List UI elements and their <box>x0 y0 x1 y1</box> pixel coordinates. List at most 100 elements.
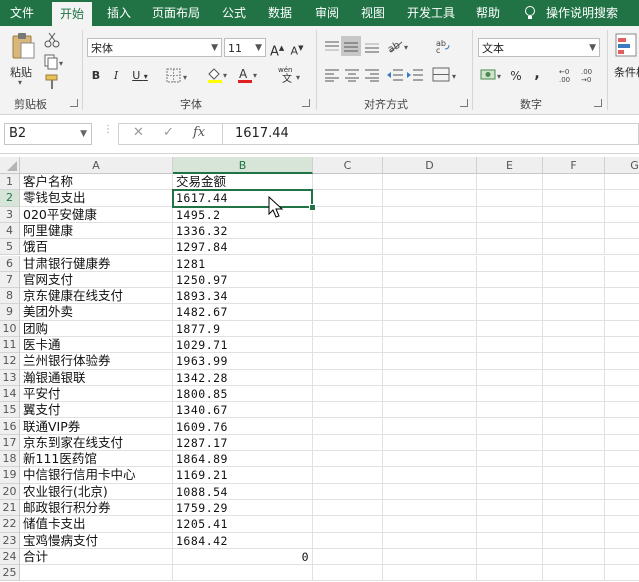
cell-transaction-amount[interactable]: 0 <box>173 548 313 566</box>
cell-empty[interactable] <box>383 532 477 549</box>
increase-font-icon[interactable]: A▲ <box>270 38 284 59</box>
row-header[interactable]: 13 <box>0 369 20 386</box>
cell-customer-name[interactable]: 储值卡支出 <box>20 516 173 533</box>
conditional-formatting-label[interactable]: 条件格 <box>614 64 639 80</box>
merge-center-icon[interactable]: ▾ <box>432 67 460 83</box>
cell-empty[interactable] <box>383 483 477 500</box>
row-header[interactable]: 25 <box>0 565 20 582</box>
row-header[interactable]: 4 <box>0 222 20 240</box>
cell-empty[interactable] <box>605 190 639 207</box>
cell-empty[interactable] <box>605 174 639 191</box>
row-header[interactable]: 3 <box>0 206 20 223</box>
cell-empty[interactable] <box>543 320 605 337</box>
cell-empty[interactable] <box>313 222 383 240</box>
cell-empty[interactable] <box>383 190 477 207</box>
cell-empty[interactable] <box>605 516 639 533</box>
cell-customer-name[interactable]: 中信银行信用卡中心 <box>20 467 173 484</box>
decrease-indent-icon[interactable] <box>386 68 404 82</box>
bold-icon[interactable]: B <box>89 66 103 86</box>
row-header[interactable]: 14 <box>0 385 20 403</box>
cell-empty[interactable] <box>313 385 383 403</box>
cell-transaction-amount[interactable]: 1495.2 <box>173 206 313 223</box>
tab-file[interactable]: 文件 <box>0 0 44 26</box>
cell-empty[interactable] <box>543 206 605 223</box>
cell-empty[interactable] <box>543 532 605 549</box>
decrease-font-icon[interactable]: A▼ <box>290 38 304 58</box>
cell-empty[interactable] <box>605 549 639 566</box>
row-header[interactable]: 6 <box>0 255 20 272</box>
clipboard-launcher[interactable] <box>70 99 78 107</box>
cell-empty[interactable] <box>383 565 477 582</box>
cell-empty[interactable] <box>543 288 605 305</box>
cell-customer-name[interactable]: 京东健康在线支付 <box>20 288 173 305</box>
cell-empty[interactable] <box>543 467 605 484</box>
cell-empty[interactable] <box>477 174 543 191</box>
cell-empty[interactable] <box>313 239 383 256</box>
cancel-icon[interactable]: ✕ <box>133 125 144 140</box>
cell-empty[interactable] <box>543 451 605 468</box>
align-center-icon[interactable] <box>344 68 360 82</box>
cell-empty[interactable] <box>605 484 639 500</box>
cell-customer-name[interactable]: 联通VIP券 <box>20 418 173 435</box>
tab-item[interactable]: 数据 <box>260 0 300 26</box>
decrease-decimal-icon[interactable]: .00→0 <box>580 66 600 84</box>
select-all-corner[interactable] <box>0 157 20 174</box>
cell-empty[interactable] <box>313 271 383 289</box>
cell-empty[interactable] <box>383 369 477 386</box>
cell-empty[interactable] <box>477 483 543 500</box>
cell-empty[interactable] <box>383 434 477 452</box>
cell-customer-name[interactable]: 兰州银行体验券 <box>20 353 173 370</box>
cell-empty[interactable] <box>477 206 543 223</box>
cell-empty[interactable] <box>383 288 477 305</box>
cell-empty[interactable] <box>543 337 605 354</box>
cell-transaction-amount[interactable]: 1684.42 <box>173 532 313 549</box>
cell-empty[interactable] <box>477 320 543 337</box>
cell-empty[interactable] <box>383 222 477 240</box>
cell-empty[interactable] <box>313 206 383 223</box>
italic-icon[interactable]: I <box>109 66 123 86</box>
cell-empty[interactable] <box>313 369 383 386</box>
cell-empty[interactable] <box>477 565 543 582</box>
cell-empty[interactable] <box>313 565 383 582</box>
tab-item[interactable]: 帮助 <box>468 0 508 26</box>
borders-icon[interactable]: ▾ <box>166 68 192 84</box>
cell-empty[interactable] <box>313 434 383 452</box>
cell-empty[interactable] <box>543 255 605 272</box>
cell-empty[interactable] <box>477 337 543 354</box>
row-header[interactable]: 18 <box>0 451 20 468</box>
align-left-icon[interactable] <box>324 68 340 82</box>
cell-empty[interactable] <box>477 434 543 452</box>
cell-empty[interactable] <box>313 516 383 533</box>
cell-transaction-amount[interactable]: 1963.99 <box>173 353 313 370</box>
cell-empty[interactable] <box>383 548 477 566</box>
row-header[interactable]: 11 <box>0 337 20 354</box>
cell-empty[interactable] <box>383 255 477 272</box>
enter-icon[interactable]: ✓ <box>163 125 174 140</box>
cell-empty[interactable] <box>313 483 383 500</box>
cell-empty[interactable] <box>605 386 639 403</box>
row-header[interactable]: 23 <box>0 532 20 549</box>
cell-empty[interactable] <box>313 288 383 305</box>
cell-empty[interactable] <box>477 451 543 468</box>
cell-customer-name[interactable]: 瀚银通银联 <box>20 369 173 386</box>
cell-empty[interactable] <box>383 304 477 321</box>
cell-customer-name[interactable]: 合计 <box>20 548 173 566</box>
tell-me-search[interactable]: 操作说明搜索 <box>546 0 626 26</box>
cell-transaction-amount[interactable]: 1281 <box>173 255 313 272</box>
worksheet-grid[interactable]: ABCDEFG 1 客户名称 交易金额 2 零钱包支出 1617.44 3 020平安健康 14… <box>0 157 639 582</box>
phonetic-guide-icon[interactable]: wén文 ▾ <box>276 64 306 84</box>
cell-empty[interactable] <box>605 370 639 386</box>
cell-empty[interactable] <box>543 516 605 533</box>
paste-button[interactable]: 粘贴 ▾ <box>6 30 40 87</box>
cell-empty[interactable] <box>605 256 639 272</box>
cell-transaction-amount[interactable]: 1029.71 <box>173 337 313 354</box>
cell-empty[interactable] <box>383 174 477 191</box>
cell-empty[interactable] <box>477 500 543 517</box>
cell-empty[interactable] <box>313 174 383 191</box>
row-header[interactable]: 2 <box>0 190 20 207</box>
tab-item[interactable]: 公式 <box>214 0 254 26</box>
cell-transaction-amount[interactable]: 1169.21 <box>173 467 313 484</box>
cell-empty[interactable] <box>313 190 383 207</box>
cell-empty[interactable] <box>543 434 605 452</box>
fill-color-icon[interactable]: ▾ <box>206 66 232 84</box>
